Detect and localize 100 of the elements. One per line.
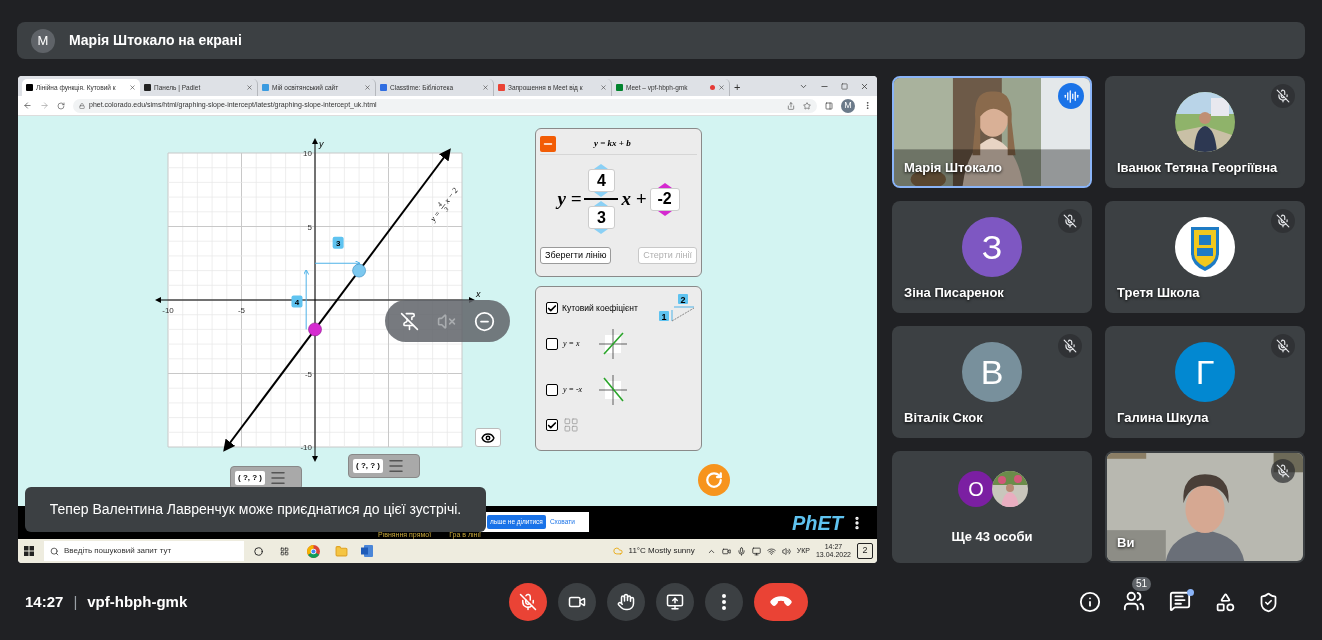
present-screen-icon (666, 593, 684, 611)
falling-line-icon (596, 373, 630, 407)
meeting-time: 14:27 (25, 591, 64, 612)
panel-button[interactable]: Зберегти лінію (540, 247, 612, 264)
emblem-icon (1175, 217, 1235, 277)
avatar: Г (1175, 342, 1235, 402)
visibility-button[interactable] (475, 428, 501, 447)
participant-count-badge: 51 (1132, 577, 1152, 591)
reset-icon (705, 471, 723, 489)
people-icon[interactable] (1123, 590, 1145, 612)
remove-icon[interactable] (474, 310, 495, 332)
close-icon[interactable] (129, 84, 136, 91)
separator: | (73, 591, 78, 612)
participant-name: Третя Школа (1117, 284, 1200, 302)
rise-label: 4 (291, 295, 303, 308)
run-arrow (314, 260, 361, 267)
slope-point[interactable] (352, 263, 366, 278)
mic-off-icon (519, 593, 537, 611)
rise-arrow (303, 269, 310, 330)
collapse-button[interactable] (540, 135, 556, 152)
coordinate-text: ( ?, ? ) (353, 459, 383, 473)
unpin-icon[interactable] (400, 311, 419, 331)
meeting-code: vpf-hbph-gmk (87, 591, 188, 612)
participant-name: Ви (1117, 534, 1135, 552)
share-icon[interactable] (787, 101, 795, 110)
camera-icon[interactable] (721, 546, 731, 556)
chat-icon[interactable] (1169, 590, 1191, 612)
weather-text: 11°C Mostly sunny (628, 545, 695, 557)
eye-icon (481, 430, 495, 445)
back-icon[interactable] (23, 101, 32, 110)
weather-icon (612, 546, 623, 556)
taskbar-search-field[interactable]: Введіть пошуковий запит тут (44, 541, 244, 561)
notifications-button[interactable]: 2 (857, 543, 873, 559)
avatar: З (962, 217, 1022, 277)
bookmark-icon[interactable] (803, 101, 811, 110)
tick-label: -5 (304, 369, 312, 379)
decrement-arrow[interactable] (657, 210, 672, 216)
more-options-button[interactable] (705, 583, 743, 621)
equation-text: x + (621, 186, 647, 211)
rising-line-icon (596, 327, 630, 361)
search-icon (50, 546, 59, 556)
axis-label: y (319, 139, 324, 149)
raise-hand-button[interactable] (607, 583, 645, 621)
more-icon (722, 594, 726, 610)
numerator-field[interactable]: 4 (587, 169, 615, 192)
speaker-icon[interactable] (781, 546, 791, 556)
close-icon[interactable] (482, 84, 489, 91)
task-view-icon[interactable] (280, 546, 289, 556)
participant-name: Віталік Скок (904, 409, 983, 427)
activities-icon[interactable] (1215, 591, 1236, 613)
run-label: 3 (332, 236, 344, 249)
tick-label: -10 (162, 306, 174, 315)
close-icon[interactable] (246, 84, 253, 91)
side-panel-icon[interactable] (825, 101, 833, 110)
close-icon[interactable] (718, 84, 725, 91)
new-tab-button[interactable]: + (734, 81, 741, 93)
host-controls-icon[interactable] (1258, 591, 1279, 613)
participant-name: Ще 43 особи (950, 528, 1034, 546)
menu-icon[interactable] (863, 101, 872, 110)
mic-off-button[interactable] (509, 583, 547, 621)
axis-label: x (476, 289, 481, 299)
tab-list-icon[interactable] (799, 82, 808, 91)
camera-button[interactable] (558, 583, 596, 621)
coordinate-text: ( ?, ? ) (235, 471, 265, 485)
reload-icon[interactable] (57, 101, 65, 110)
participant-name: Галина Шкула (1117, 409, 1209, 427)
close-icon[interactable] (364, 84, 371, 91)
intercept-field[interactable]: -2 (649, 187, 680, 211)
participant-name: Іванюк Тетяна Георгіївна (1117, 159, 1278, 177)
tick-label: -5 (237, 306, 246, 315)
checkbox[interactable] (546, 419, 558, 431)
end-call-button[interactable] (754, 583, 808, 621)
microphone-icon[interactable] (736, 546, 746, 556)
tick-label: 5 (307, 222, 312, 232)
menu-icon (269, 469, 287, 487)
phet-logo: PhET (791, 513, 843, 533)
hand-icon (617, 593, 635, 611)
info-icon[interactable] (1079, 591, 1101, 613)
checkbox[interactable] (546, 384, 558, 396)
checkbox[interactable] (546, 302, 558, 314)
intercept-point[interactable] (308, 322, 322, 337)
windows-icon[interactable] (24, 546, 34, 556)
present-button[interactable] (656, 583, 694, 621)
close-icon[interactable] (600, 84, 607, 91)
tick-label: 10 (303, 149, 312, 158)
checkbox[interactable] (546, 338, 558, 350)
profile-avatar[interactable]: M (841, 98, 855, 113)
option-label: y = -x (563, 384, 584, 396)
close-icon[interactable] (860, 82, 869, 91)
presenter-avatar: M (31, 28, 55, 53)
wifi-icon[interactable] (766, 546, 776, 556)
maximize-icon[interactable] (841, 83, 848, 90)
avatar: О (958, 471, 994, 507)
denominator-field[interactable]: 3 (587, 206, 615, 229)
equation-text: y = (557, 186, 582, 211)
display-icon[interactable] (751, 546, 761, 556)
cortana-icon[interactable] (254, 546, 263, 556)
document-app-icon[interactable] (361, 545, 373, 557)
tick-label: -10 (300, 443, 312, 452)
chrome-icon[interactable] (307, 544, 320, 558)
